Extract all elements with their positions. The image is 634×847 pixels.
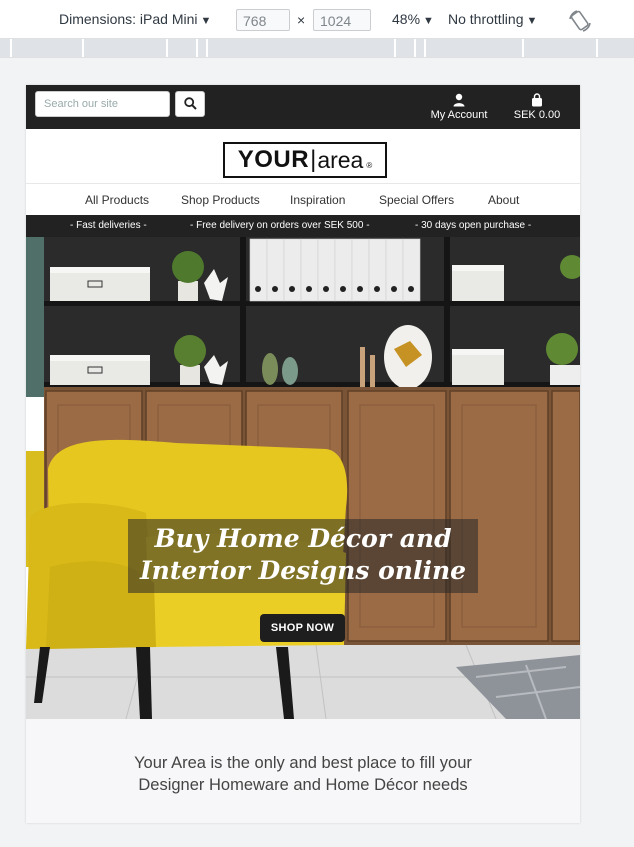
my-account-link[interactable]: My Account [424,93,494,121]
hero-banner: Buy Home Décor and Interior Designs onli… [26,237,580,719]
media-query-ruler [0,38,634,58]
height-input[interactable]: 1024 [313,9,371,31]
rotate-icon[interactable] [567,9,593,33]
cart-link[interactable]: SEK 0.00 [508,93,566,121]
search-icon [184,97,197,110]
nav-all-products[interactable]: All Products [85,193,149,207]
announcement-bar: - Fast deliveries - - Free delivery on o… [26,215,580,237]
tagline-section: Your Area is the only and best place to … [26,719,580,823]
throttling-label: No throttling [448,11,524,27]
hero-title-line: Interior Designs online [139,556,467,585]
device-select[interactable]: Dimensions: iPad Mini ▼ [59,11,211,27]
announcement-item: - 30 days open purchase - [415,220,532,231]
ruler-tick[interactable] [596,39,598,57]
devtools-toolbar: Dimensions: iPad Mini ▼ 768 × 1024 48% ▼ N… [0,0,634,38]
tagline-text: Your Area is the only and best place to … [134,754,472,794]
ruler-tick[interactable] [394,39,396,57]
nav-inspiration[interactable]: Inspiration [290,193,345,207]
site-logo[interactable]: YOUR | area ® [223,142,387,178]
ruler-tick[interactable] [166,39,168,57]
throttling-select[interactable]: No throttling ▼ [448,11,537,27]
ruler-tick[interactable] [206,39,208,57]
ruler-tick[interactable] [82,39,84,57]
announcement-item: - Fast deliveries - [70,220,147,231]
nav-shop-products[interactable]: Shop Products [181,193,260,207]
announcement-item: - Free delivery on orders over SEK 500 - [190,220,370,231]
hero-title: Buy Home Décor and Interior Designs onli… [128,523,478,587]
ruler-bar [0,39,634,57]
device-viewport: My Account SEK 0.00 YOUR | area ® All Pr… [26,85,580,823]
shop-now-button[interactable]: SHOP NOW [260,614,345,642]
nav-about[interactable]: About [488,193,519,207]
zoom-label: 48% [392,11,421,27]
logo-area: YOUR | area ® [26,129,580,183]
user-icon [453,93,465,107]
logo-text-your: YOUR [237,146,310,173]
logo-separator: | [310,146,317,173]
chevron-down-icon: ▼ [526,15,538,27]
search-input[interactable] [35,91,170,117]
chevron-down-icon: ▼ [200,15,212,27]
registered-mark: ® [366,160,373,170]
logo-text-area: area [317,146,364,173]
ruler-tick[interactable] [522,39,524,57]
ruler-tick[interactable] [414,39,416,57]
hero-title-line: Buy Home Décor and [154,524,452,553]
zoom-select[interactable]: 48% ▼ [392,11,434,27]
shopping-bag-icon [532,93,542,107]
dimension-separator: × [297,12,306,28]
ruler-tick[interactable] [196,39,198,57]
device-label: Dimensions: iPad Mini [59,11,198,27]
ruler-tick[interactable] [424,39,426,57]
width-input[interactable]: 768 [236,9,290,31]
main-navigation: All Products Shop Products Inspiration S… [26,183,580,215]
hero-image [26,237,580,719]
ruler-tick[interactable] [10,39,12,57]
nav-special-offers[interactable]: Special Offers [379,193,454,207]
site-top-bar: My Account SEK 0.00 [26,85,580,129]
search-button[interactable] [175,91,205,117]
my-account-label: My Account [430,109,488,121]
cart-total: SEK 0.00 [513,109,561,121]
chevron-down-icon: ▼ [423,15,434,27]
